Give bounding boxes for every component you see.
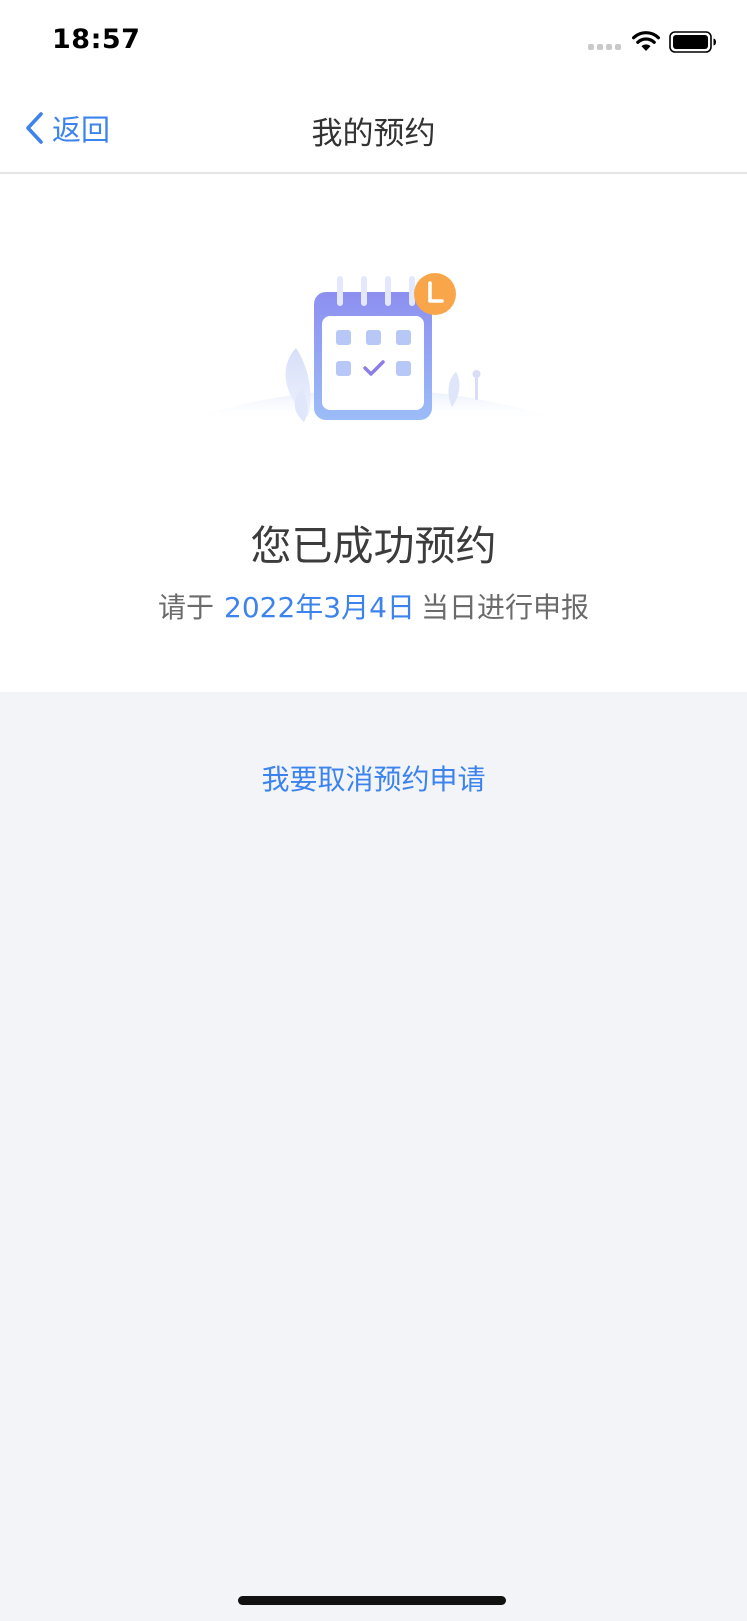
- battery-icon: [669, 31, 716, 53]
- notice-suffix: 当日进行申报: [420, 591, 589, 624]
- status-bar: 18:57: [0, 0, 747, 84]
- wifi-icon: [632, 31, 660, 51]
- appointment-date-notice: 请于 2022年3月4日 当日进行申报: [0, 586, 747, 626]
- calendar-clock-illustration: [180, 273, 566, 422]
- page-title: 我的预约: [311, 116, 436, 152]
- appointment-page: 18:57 返回 我的预约 您已成功预约 请于 2022年3月4日 当日进行申报…: [0, 0, 747, 1621]
- notice-prefix: 请于: [158, 591, 215, 624]
- status-time: 18:57: [52, 24, 141, 55]
- appointment-date: 2022年3月4日: [224, 591, 415, 624]
- cellular-signal-icon: [588, 44, 622, 52]
- success-title: 您已成功预约: [250, 522, 497, 570]
- navigation-bar: 返回 我的预约: [0, 84, 747, 174]
- appointment-success-card: 您已成功预约 请于 2022年3月4日 当日进行申报: [0, 174, 747, 692]
- cancel-appointment-link[interactable]: 我要取消预约申请: [0, 758, 747, 798]
- home-indicator[interactable]: [238, 1596, 506, 1605]
